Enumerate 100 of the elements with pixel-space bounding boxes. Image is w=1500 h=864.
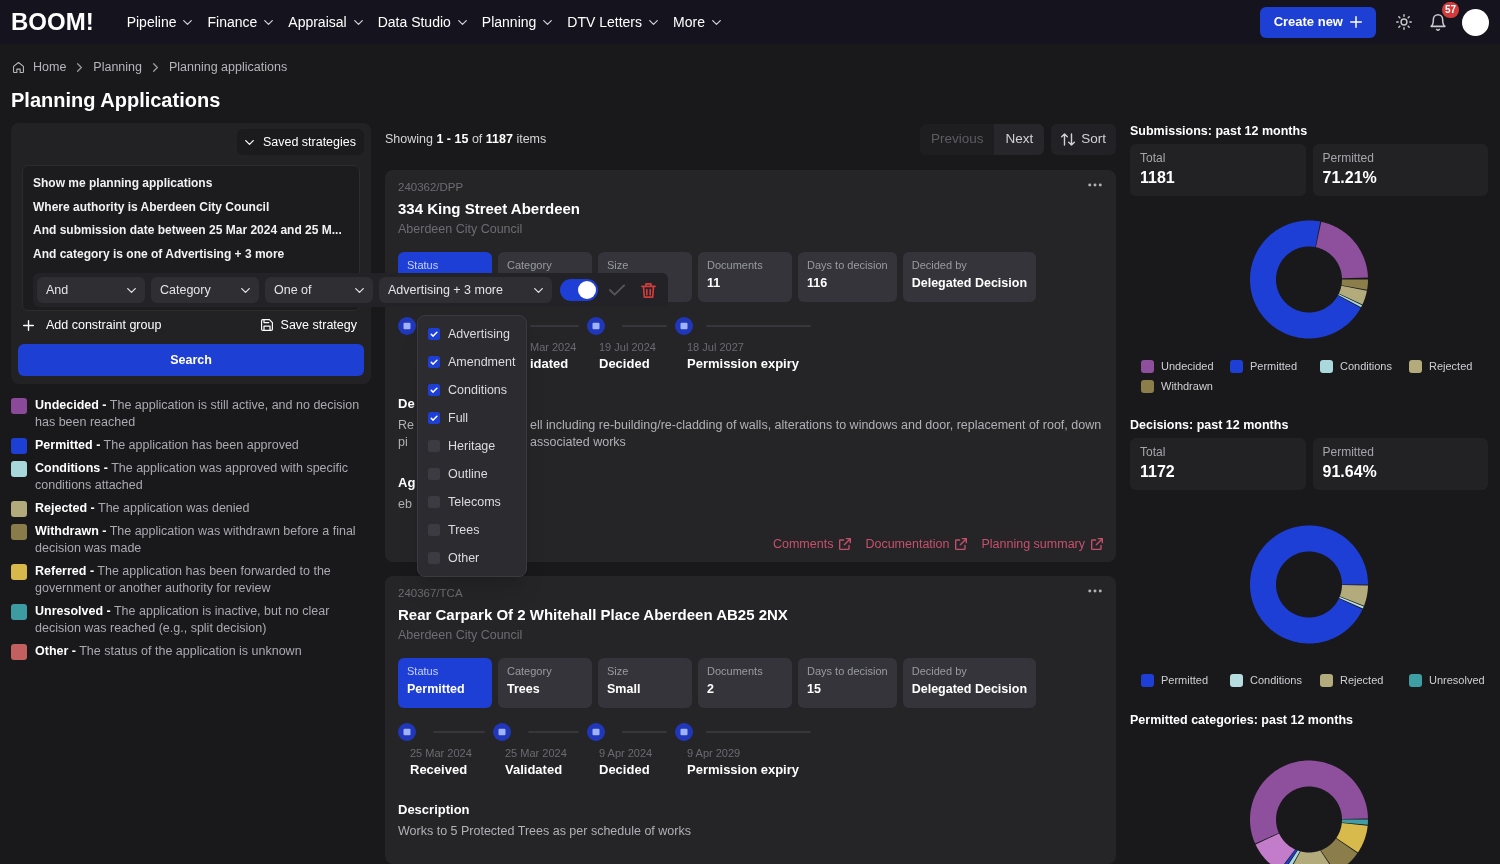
save-icon: [260, 319, 273, 331]
application-title: 334 King Street Aberdeen: [398, 199, 580, 219]
check-icon[interactable]: [609, 284, 625, 296]
timeline-date: 18 Jul 2027: [687, 340, 744, 354]
timeline-date: 25 Mar 2024: [505, 746, 567, 760]
select-dropdown[interactable]: Category: [151, 277, 259, 303]
tile-label: Status: [407, 665, 439, 677]
save-strategy-button[interactable]: Save strategy: [260, 315, 364, 335]
checkbox[interactable]: [428, 328, 440, 340]
bell-icon[interactable]: [1430, 13, 1446, 31]
toggle-switch[interactable]: [560, 279, 598, 301]
nav-menu[interactable]: DTV Letters: [567, 12, 659, 32]
timeline-label: Permission expiry: [687, 355, 799, 373]
menu-option[interactable]: Full: [418, 404, 526, 432]
chevron-down-icon: [649, 19, 659, 25]
breadcrumb-link[interactable]: Home: [11, 58, 67, 76]
timeline-date: 19 Jul 2024: [599, 340, 656, 354]
calendar-icon: [675, 723, 693, 741]
external-link[interactable]: Documentation: [865, 536, 968, 552]
checkbox[interactable]: [428, 412, 440, 424]
avatar-icon[interactable]: [1462, 8, 1489, 36]
section-title: Permitted categories: past 12 months: [1130, 713, 1353, 728]
notification-badge: 57: [1441, 1, 1459, 18]
select-dropdown[interactable]: One of: [265, 277, 373, 303]
application-title: Rear Carpark Of 2 Whitehall Place Aberdeen AB25 2NX: [398, 605, 788, 625]
tile-value: 15: [807, 681, 821, 697]
logo[interactable]: BOOM!: [11, 10, 94, 34]
legend-label: Undecided: [1161, 359, 1214, 373]
chevron-down-icon: [457, 19, 467, 25]
authority-name: Aberdeen City Council: [398, 221, 523, 237]
legend-label: Rejected: [1429, 359, 1473, 373]
more-icon[interactable]: [1088, 183, 1102, 187]
home-icon: [13, 61, 24, 73]
tile-value: 116: [807, 275, 828, 291]
menu-option[interactable]: Heritage: [418, 432, 526, 460]
timeline-label: Permission expiry: [687, 761, 799, 779]
external-link-icon: [839, 538, 852, 550]
menu-option[interactable]: Amendment: [418, 348, 526, 376]
breadcrumb-link[interactable]: Planning: [93, 58, 142, 76]
menu-option[interactable]: Advertising: [418, 320, 526, 348]
legend-label: Withdrawn: [1161, 379, 1213, 393]
status-description: Permitted - The application has been approved: [35, 437, 299, 454]
tile-label: Size: [607, 665, 629, 677]
menu-option[interactable]: Other: [418, 544, 526, 572]
sort-button[interactable]: Sort: [1051, 123, 1116, 155]
reference-number: 240367/TCA: [398, 586, 463, 600]
external-link[interactable]: Comments: [772, 536, 852, 552]
status-description: Other - The status of the application is unknown: [35, 643, 302, 660]
tile-label: Documents: [707, 665, 763, 677]
tile-label: Documents: [707, 259, 763, 271]
select-dropdown[interactable]: And: [37, 277, 145, 303]
menu-option[interactable]: Outline: [418, 460, 526, 488]
sort-icon: [1061, 132, 1076, 146]
chevron-down-icon: [244, 139, 254, 145]
stat-label: Permitted: [1322, 445, 1374, 460]
nav-menu[interactable]: Finance: [207, 12, 274, 32]
calendar-icon: [675, 317, 693, 335]
menu-option[interactable]: Trees: [418, 516, 526, 544]
calendar-icon: [398, 317, 416, 335]
tile-value: Delegated Decision: [911, 681, 1028, 697]
checkbox[interactable]: [428, 356, 440, 368]
tile-value: Delegated Decision: [911, 275, 1028, 291]
tile-value: Small: [607, 681, 641, 697]
sun-icon[interactable]: [1396, 14, 1412, 30]
calendar-icon: [587, 317, 605, 335]
description-text: Works to 5 Protected Trees as per schedule of works: [398, 823, 691, 840]
nav-menu[interactable]: More: [673, 12, 721, 32]
stat-value: 1172: [1140, 462, 1175, 482]
tile-value: Trees: [507, 681, 540, 697]
nav-menu[interactable]: Data Studio: [377, 12, 467, 32]
calendar-icon: [398, 723, 416, 741]
menu-option[interactable]: Conditions: [418, 376, 526, 404]
checkbox[interactable]: [428, 384, 440, 396]
search-button[interactable]: Search: [18, 344, 364, 376]
timeline-date: 9 Apr 2024: [599, 746, 653, 760]
results-summary: Showing 1 - 15 of 1187 items: [385, 130, 547, 148]
tile-label: Size: [607, 259, 629, 271]
external-link-icon: [1091, 538, 1103, 550]
add-constraint-group-button[interactable]: Add constraint group: [18, 315, 162, 335]
menu-option[interactable]: Telecoms: [418, 488, 526, 516]
authority-name: Aberdeen City Council: [398, 627, 523, 643]
tile-label: Decided by: [911, 665, 967, 677]
chevron-right-icon: [77, 62, 83, 72]
tile-label: Status: [407, 259, 439, 271]
saved-strategies-button[interactable]: Saved strategies: [236, 129, 364, 155]
breadcrumb-link[interactable]: Planning applications: [169, 58, 288, 76]
stat-value: 1181: [1140, 168, 1175, 188]
more-icon[interactable]: [1088, 589, 1102, 593]
external-link[interactable]: Planning summary: [981, 536, 1103, 552]
page-title: Planning Applications: [11, 88, 221, 112]
create-new-button[interactable]: Create new: [1259, 6, 1376, 38]
trash-icon[interactable]: [641, 282, 656, 298]
text-fragment: associated works: [530, 434, 626, 451]
nav-menu[interactable]: Planning: [481, 12, 553, 32]
nav-menu[interactable]: Appraisal: [288, 12, 363, 32]
pagination-button[interactable]: Next: [994, 123, 1045, 155]
select-dropdown[interactable]: Advertising + 3 more: [379, 277, 552, 303]
nav-menu[interactable]: Pipeline: [126, 12, 193, 32]
legend-label: Conditions: [1250, 673, 1302, 687]
section-heading: Description: [398, 801, 470, 819]
